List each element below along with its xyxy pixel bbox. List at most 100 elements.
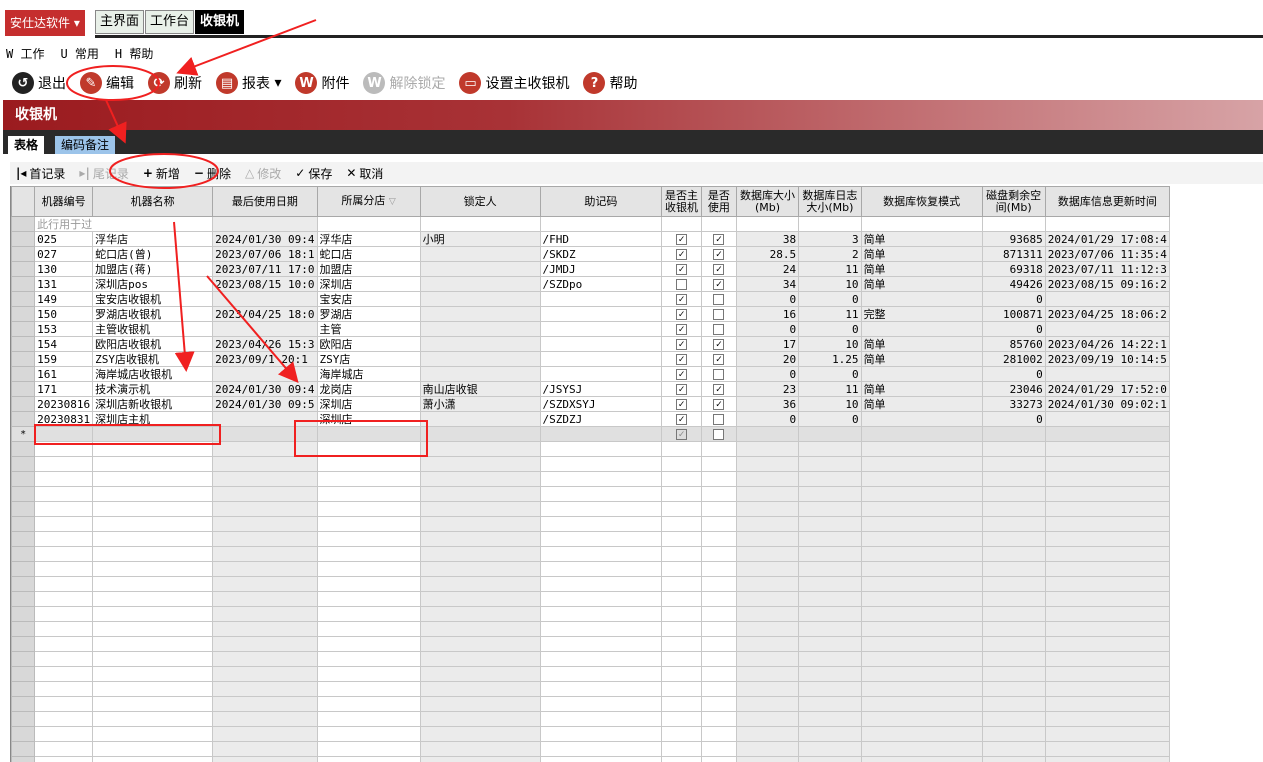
cell-branch[interactable]: 罗湖店 — [316, 306, 421, 322]
checkbox-checked[interactable]: ✓ — [713, 249, 725, 260]
last-record-button[interactable]: ▸| 尾记录 — [79, 165, 128, 182]
add-button[interactable]: + 新增 — [143, 165, 180, 182]
checkbox-unchecked[interactable] — [713, 324, 725, 335]
cell-in-use[interactable]: ✓ — [700, 381, 737, 397]
cell-machine-name[interactable]: 欧阳店收银机 — [92, 336, 214, 352]
new-row-cell[interactable] — [981, 426, 1046, 442]
cell-machine-id[interactable]: 131 — [34, 276, 94, 292]
new-row-cell[interactable] — [316, 426, 421, 442]
cell-branch[interactable]: 欧阳店 — [316, 336, 421, 352]
checkbox-checked[interactable]: ✓ — [713, 354, 725, 365]
cell-mnemonic[interactable]: /JSYSJ — [539, 381, 663, 397]
cell-branch[interactable]: 深圳店 — [316, 276, 421, 292]
cell-mnemonic[interactable]: /SKDZ — [539, 246, 663, 262]
cell-in-use[interactable]: ✓ — [700, 336, 737, 352]
tab-code-notes[interactable]: 编码备注 — [55, 136, 116, 154]
checkbox-checked[interactable]: ✓ — [713, 384, 725, 395]
table-row[interactable]: 20230831 深圳店主机 深圳店/SZDZJ ✓ 0 0 0 — [11, 411, 1170, 427]
cell-branch[interactable]: 深圳店 — [316, 396, 421, 412]
checkbox-checked[interactable]: ✓ — [676, 354, 688, 365]
cell-machine-name[interactable]: 深圳店主机 — [92, 411, 214, 427]
col-disk-free[interactable]: 磁盘剩余空间(Mb) — [981, 186, 1046, 217]
table-row[interactable]: 027 蛇口店(曾) 2023/07/06 18:1 蛇口店/SKDZ ✓ ✓ 28.5 2 简… — [11, 246, 1170, 262]
cell-is-main[interactable]: ✓ — [661, 261, 702, 277]
cell-machine-id[interactable]: 153 — [34, 321, 94, 337]
cell-machine-id[interactable]: 161 — [34, 366, 94, 382]
set-main-cashier-button[interactable]: ▭ 设置主收银机 — [459, 69, 569, 97]
cell-mnemonic[interactable] — [539, 306, 663, 322]
checkbox-checked[interactable]: ✓ — [676, 399, 688, 410]
col-locker[interactable]: 锁定人 — [419, 186, 541, 217]
cell-machine-id[interactable]: 20230831 — [34, 411, 94, 427]
cell-machine-name[interactable]: 罗湖店收银机 — [92, 306, 214, 322]
checkbox-checked[interactable]: ✓ — [676, 339, 688, 350]
cell-mnemonic[interactable] — [539, 321, 663, 337]
cell-in-use[interactable] — [700, 306, 737, 322]
exit-button[interactable]: ↺ 退出 — [12, 69, 66, 97]
cell-mnemonic[interactable]: /SZDXSYJ — [539, 396, 663, 412]
cell-mnemonic[interactable] — [539, 366, 663, 382]
checkbox-checked[interactable]: ✓ — [676, 414, 688, 425]
col-machine-name[interactable]: 机器名称 — [92, 186, 214, 217]
cell-mnemonic[interactable]: /JMDJ — [539, 261, 663, 277]
col-is-main[interactable]: 是否主收银机 — [661, 186, 702, 217]
cell-is-main[interactable]: ✓ — [661, 396, 702, 412]
col-db-size[interactable]: 数据库大小(Mb) — [735, 186, 800, 217]
checkbox-checked[interactable]: ✓ — [676, 309, 688, 320]
help-button[interactable]: ? 帮助 — [583, 69, 637, 97]
cell-machine-id[interactable]: 130 — [34, 261, 94, 277]
cell-machine-id[interactable]: 20230816 — [34, 396, 94, 412]
cell-machine-name[interactable]: ZSY店收银机 — [92, 351, 214, 367]
checkbox-checked[interactable]: ✓ — [676, 294, 688, 305]
col-in-use[interactable]: 是否使用 — [700, 186, 737, 217]
cell-mnemonic[interactable]: /SZDZJ — [539, 411, 663, 427]
new-row-cell[interactable] — [1044, 426, 1170, 442]
cell-machine-name[interactable]: 主管收银机 — [92, 321, 214, 337]
cell-machine-name[interactable]: 深圳店pos — [92, 276, 214, 292]
new-row-cell[interactable] — [212, 426, 318, 442]
cell-is-main[interactable]: ✓ — [661, 321, 702, 337]
checkbox-unchecked[interactable] — [713, 309, 725, 320]
cell-machine-id[interactable]: 154 — [34, 336, 94, 352]
cell-machine-name[interactable]: 蛇口店(曾) — [92, 246, 214, 262]
new-row-in-use[interactable] — [700, 426, 737, 442]
cancel-button[interactable]: ✕ 取消 — [346, 165, 383, 182]
cell-branch[interactable]: 深圳店 — [316, 411, 421, 427]
cell-mnemonic[interactable] — [539, 336, 663, 352]
new-row-cell[interactable] — [798, 426, 862, 442]
refresh-button[interactable]: ⟳ 刷新 — [148, 69, 202, 97]
new-row-cell[interactable] — [34, 426, 94, 442]
unlock-button[interactable]: W 解除锁定 — [363, 69, 445, 97]
cell-machine-id[interactable]: 149 — [34, 291, 94, 307]
cell-machine-name[interactable]: 深圳店新收银机 — [92, 396, 214, 412]
cell-machine-id[interactable]: 027 — [34, 246, 94, 262]
cell-mnemonic[interactable]: /FHD — [539, 231, 663, 247]
checkbox-checked[interactable]: ✓ — [676, 234, 688, 245]
cell-is-main[interactable]: ✓ — [661, 246, 702, 262]
cell-in-use[interactable]: ✓ — [700, 261, 737, 277]
cell-branch[interactable]: 蛇口店 — [316, 246, 421, 262]
checkbox-unchecked[interactable] — [713, 414, 725, 425]
table-row[interactable]: 154 欧阳店收银机 2023/04/26 15:3 欧阳店 ✓ ✓ 17 10 简单 85760… — [11, 336, 1170, 352]
checkbox-unchecked[interactable] — [676, 279, 688, 290]
cell-machine-id[interactable]: 171 — [34, 381, 94, 397]
cell-is-main[interactable] — [661, 276, 702, 292]
cell-is-main[interactable]: ✓ — [661, 366, 702, 382]
first-record-button[interactable]: |◂ 首记录 — [16, 165, 65, 182]
menu-common[interactable]: U 常用 — [60, 44, 98, 64]
cell-branch[interactable]: 主管 — [316, 321, 421, 337]
cell-machine-name[interactable]: 技术演示机 — [92, 381, 214, 397]
cell-mnemonic[interactable]: /SZDpo — [539, 276, 663, 292]
cell-is-main[interactable]: ✓ — [661, 381, 702, 397]
checkbox-checked[interactable]: ✓ — [676, 369, 688, 380]
new-row-is-main[interactable]: ✓ — [661, 426, 702, 442]
delete-button[interactable]: − 删除 — [194, 165, 231, 182]
cell-in-use[interactable]: ✓ — [700, 276, 737, 292]
new-row-cell[interactable] — [419, 426, 541, 442]
table-row[interactable]: 150 罗湖店收银机 2023/04/25 18:0 罗湖店 ✓ 16 11 完整 100871… — [11, 306, 1170, 322]
cell-is-main[interactable]: ✓ — [661, 336, 702, 352]
col-branch[interactable]: 所属分店 ▽ — [316, 186, 421, 217]
checkbox-checked[interactable]: ✓ — [676, 384, 688, 395]
attachment-button[interactable]: W 附件 — [295, 69, 349, 97]
cell-in-use[interactable] — [700, 366, 737, 382]
